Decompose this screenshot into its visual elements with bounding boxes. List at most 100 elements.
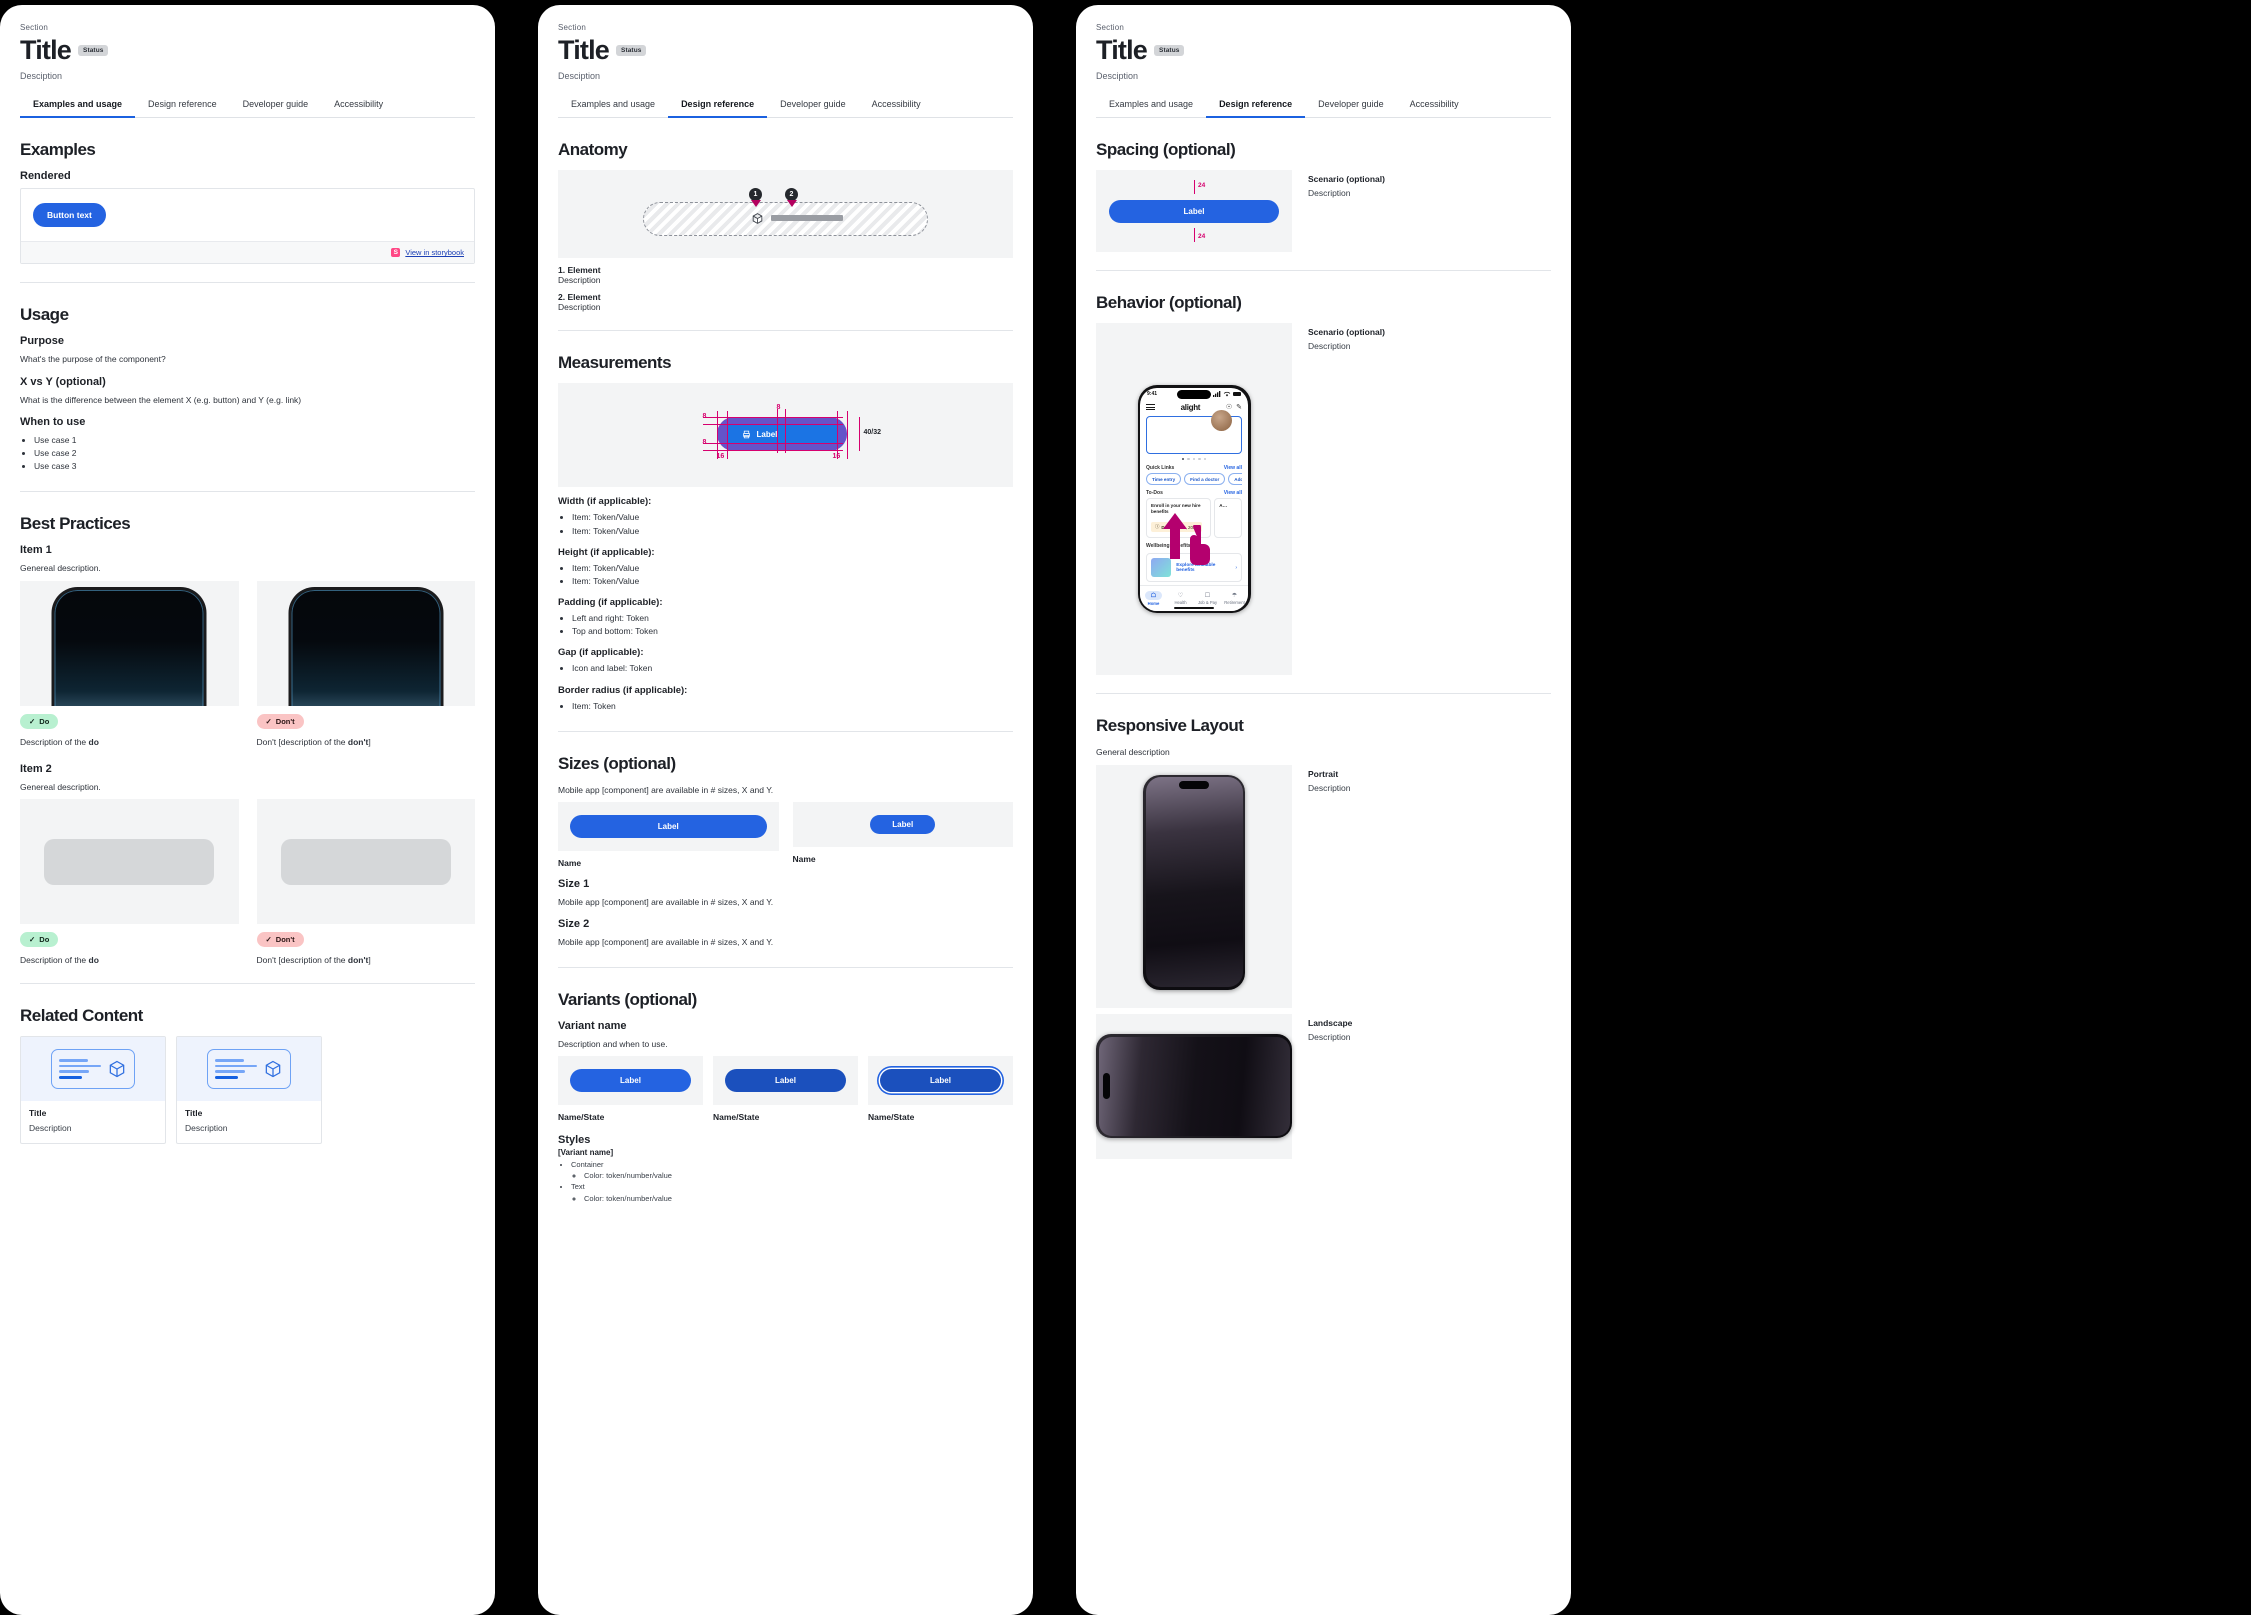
tab-examples-and-usage[interactable]: Examples and usage — [1096, 94, 1206, 118]
hero-carousel-card[interactable] — [1146, 409, 1242, 454]
measurement-button-label: Label — [756, 429, 778, 439]
chip-time-entry[interactable]: Time entry — [1146, 473, 1182, 486]
cube-icon — [752, 213, 763, 225]
behavior-scenario-text: Scenario (optional) Description — [1308, 323, 1385, 675]
quick-links-title: Quick Links — [1146, 465, 1175, 472]
page-title: Title — [20, 35, 72, 65]
list-item: Item: Token/Value — [572, 525, 1013, 538]
tab-retirement[interactable]: ☂ Retirement — [1221, 586, 1248, 611]
chip-add-and-review[interactable]: Add & review — [1228, 473, 1242, 486]
anatomy-callout-1: 1 — [749, 188, 762, 208]
tab-developer-guide[interactable]: Developer guide — [230, 94, 322, 118]
best-practice-item-1-title: Item 1 — [20, 544, 52, 557]
spacing-button[interactable]: Label — [1109, 199, 1279, 223]
doc-lines-icon — [215, 1059, 257, 1080]
related-card[interactable]: Title Description — [176, 1036, 322, 1145]
related-card[interactable]: Title Description — [20, 1036, 166, 1145]
tab-accessibility[interactable]: Accessibility — [321, 94, 396, 118]
anatomy-callout-2: 2 — [785, 188, 798, 208]
measure-group-list: Icon and label: Token — [572, 662, 1013, 675]
related-content-grid: Title Description Title Description — [20, 1036, 475, 1145]
scenario-description: Description — [1308, 188, 1351, 199]
button-text-button[interactable]: Button text — [33, 203, 106, 228]
status-badge: Status — [616, 44, 647, 56]
tab-accessibility[interactable]: Accessibility — [1397, 94, 1472, 118]
chip-find-a-doctor[interactable]: Find a doctor — [1184, 473, 1226, 486]
view-in-storybook-link[interactable]: View in storybook — [405, 248, 464, 257]
tab-developer-guide[interactable]: Developer guide — [767, 94, 859, 118]
todo-card[interactable]: A… — [1214, 498, 1242, 539]
anatomy-heading: Anatomy — [558, 140, 628, 160]
phone-screenshot — [288, 586, 444, 706]
carousel-dots[interactable] — [1140, 457, 1248, 461]
anatomy-item-number: 1. — [558, 265, 566, 276]
dont-column: ✓ Don't Don't [description of the don't] — [256, 580, 475, 747]
todos-view-all[interactable]: View all — [1224, 490, 1242, 496]
measurement-inner-button: Label — [726, 424, 837, 445]
tab-home[interactable]: ☖ Home — [1140, 586, 1167, 611]
dynamic-island — [1179, 781, 1209, 790]
dont-badge-label: Don't — [275, 716, 295, 726]
list-item: Top and bottom: Token — [572, 625, 1013, 638]
measure-group-label: Width (if applicable): — [558, 496, 652, 508]
styles-tree: Container Color: token/number/value Text… — [571, 1159, 1013, 1204]
styles-leaf: Color: token/number/value — [584, 1193, 1013, 1204]
variant-button-focus[interactable]: Label — [880, 1068, 1001, 1092]
divider — [20, 491, 475, 493]
page-title: Title — [1096, 35, 1148, 65]
tab-developer-guide[interactable]: Developer guide — [1305, 94, 1397, 118]
bell-icon[interactable]: ☉ — [1226, 403, 1232, 411]
scenario-title: Scenario (optional) — [1308, 174, 1385, 185]
tab-examples-and-usage[interactable]: Examples and usage — [20, 94, 136, 119]
size-button-large[interactable]: Label — [570, 815, 767, 839]
sizes-description: Mobile app [component] are available in … — [558, 784, 774, 795]
variant-description: Description and when to use. — [558, 1038, 668, 1049]
styles-variant-name: [Variant name] — [558, 1147, 614, 1157]
tab-design-reference[interactable]: Design reference — [135, 94, 230, 118]
storybook-icon: S — [391, 248, 401, 258]
divider — [1096, 270, 1551, 272]
tab-accessibility[interactable]: Accessibility — [859, 94, 934, 118]
breadcrumb-section: Section — [558, 23, 587, 32]
scenario-title: Scenario (optional) — [1308, 327, 1385, 338]
do-dont-grid: ✓ Do Description of the do ✓ Don't Don't… — [20, 799, 475, 965]
rendered-example-footer: S View in storybook — [21, 241, 474, 264]
variant-state: Label Name/State — [713, 1055, 858, 1122]
measurements-heading: Measurements — [558, 353, 672, 373]
size-button-small[interactable]: Label — [870, 815, 936, 835]
do-badge: ✓ Do — [20, 713, 59, 729]
tab-examples-and-usage[interactable]: Examples and usage — [558, 94, 668, 118]
quick-links-chips: Time entry Find a doctor Add & review — [1146, 473, 1242, 486]
behavior-heading: Behavior (optional) — [1096, 293, 1242, 313]
sizes-heading: Sizes (optional) — [558, 753, 676, 773]
tab-bar[interactable]: Examples and usage Design reference Deve… — [1096, 94, 1551, 119]
measure-label-left: 16 — [716, 453, 725, 461]
quick-links-view-all[interactable]: View all — [1224, 465, 1242, 471]
tab-design-reference[interactable]: Design reference — [1206, 94, 1306, 119]
tab-job-and-pay-label: Job & Pay — [1197, 599, 1218, 605]
variant-states-grid: Label Name/State Label Name/State Label … — [558, 1055, 1013, 1122]
measure-group-list: Item: Token/Value Item: Token/Value — [572, 562, 1013, 588]
chat-icon[interactable]: ✎ — [1236, 403, 1242, 411]
tab-bar[interactable]: Examples and usage Design reference Deve… — [20, 94, 475, 119]
umbrella-icon: ☂ — [1231, 592, 1238, 599]
measure-label-gap: 8 — [776, 404, 781, 412]
variant-button-hover[interactable]: Label — [725, 1068, 846, 1092]
anatomy-label-placeholder — [771, 215, 843, 222]
tab-bar[interactable]: Examples and usage Design reference Deve… — [558, 94, 1013, 119]
list-item: Left and right: Token — [572, 612, 1013, 625]
page-description: Desciption — [20, 71, 63, 82]
variant-button-default[interactable]: Label — [570, 1068, 691, 1092]
do-caption-bold: do — [88, 955, 99, 966]
page-header: Section Title Status Desciption — [1096, 23, 1551, 81]
variant-state: Label Name/State — [558, 1055, 703, 1122]
tab-design-reference[interactable]: Design reference — [668, 94, 768, 119]
page-header: Section Title Status Desciption — [558, 23, 1013, 81]
size-1-title: Size 1 — [558, 878, 590, 891]
responsive-layout-description: General description — [1096, 747, 1170, 758]
divider — [20, 983, 475, 985]
breadcrumb-section: Section — [1096, 23, 1125, 32]
related-card-thumbnail — [177, 1037, 321, 1102]
size-2-description: Mobile app [component] are available in … — [558, 937, 774, 948]
menu-icon[interactable] — [1146, 404, 1155, 411]
